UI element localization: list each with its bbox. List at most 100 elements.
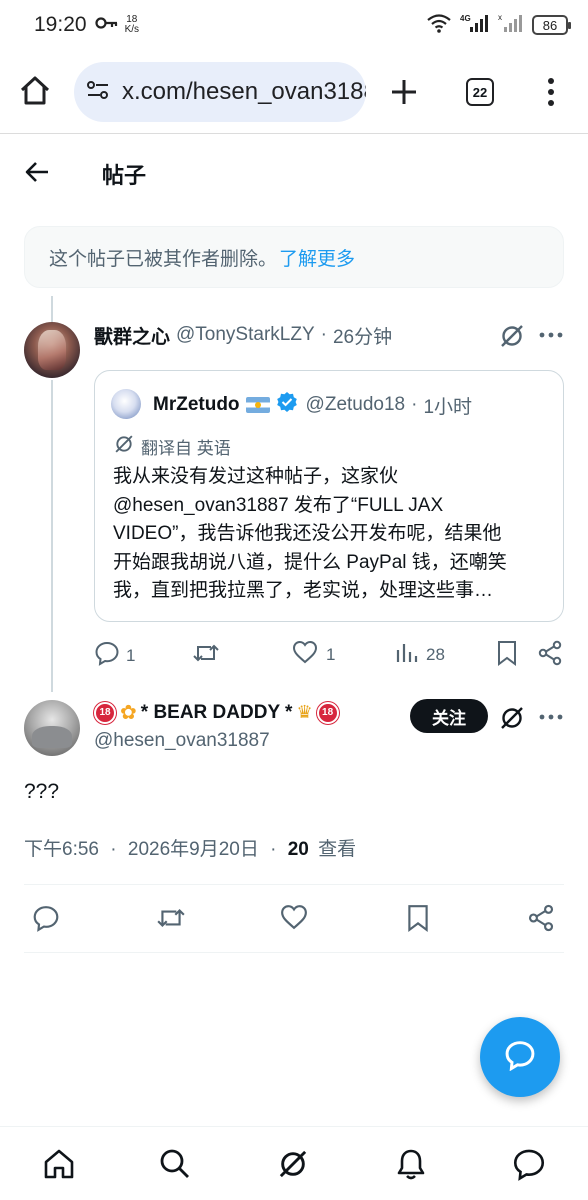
divider [24,952,564,953]
search-icon[interactable] [158,1147,192,1186]
thread-connector [51,380,53,692]
views-label: 查看 [318,839,357,860]
battery-indicator: 86 [532,15,571,35]
translated-from-text: 翻译自 英语 [141,439,231,458]
svg-text:x: x [498,13,502,22]
divider [24,884,564,885]
quoted-author-name: MrZetudo [153,394,240,415]
quoted-text-line: @hesen_ovan31887 发布了“FULL JAX [113,494,444,516]
grok-icon[interactable] [498,704,526,737]
reply-post-header: 獸群之心 @TonyStarkLZY · 26分钟 [94,320,392,350]
author-display-name[interactable]: 獸群之心 [94,322,170,349]
bookmark-icon[interactable] [406,904,430,937]
messages-icon[interactable] [512,1147,546,1186]
reply-icon [94,640,120,671]
separator-dot: · [110,839,117,860]
address-bar[interactable]: x.com/hesen_ovan31887 [74,62,366,122]
back-arrow-icon[interactable] [24,160,50,189]
more-options-icon[interactable] [538,704,564,735]
svg-text:4G: 4G [460,14,471,23]
home-icon[interactable] [42,1147,76,1186]
sunflower-icon: ✿ [120,702,137,724]
thread-connector-top [51,296,53,322]
author-handle[interactable]: @hesen_ovan31887 [94,730,270,752]
signal-no-service-icon: x [498,13,524,38]
views-button[interactable]: 28 [394,640,445,669]
like-button[interactable]: 1 [292,640,335,669]
compose-reply-button[interactable] [480,1017,560,1097]
quoted-text-line: VIDEO”，我告诉他我还没公开发布呢，结果他 [113,523,502,544]
quoted-post-header: MrZetudo @Zetudo18 · 1小时 [153,391,472,419]
quoted-post-body: 我从来没有发过这种帖子，这家伙 @hesen_ovan31887 发布了“FUL… [113,463,549,606]
post-time[interactable]: 26分钟 [333,322,392,349]
reply-icon[interactable] [32,904,60,937]
browser-menu-icon[interactable] [545,76,557,113]
browser-home-icon[interactable] [18,74,52,113]
avatar[interactable] [24,322,80,378]
crown-icon: ♛ [296,702,313,722]
notifications-bell-icon[interactable] [394,1147,428,1186]
quoted-post-time: 1小时 [423,396,473,418]
more-options-icon[interactable] [538,322,564,353]
separator-dot: · [270,839,277,860]
main-author-name[interactable]: 18 ✿ * BEAR DADDY * ♛ 18 [94,700,339,725]
main-post-actions [0,904,588,934]
quoted-post-card[interactable]: MrZetudo @Zetudo18 · 1小时 翻译自 英语 我从来没有发过这… [94,370,564,622]
new-tab-icon[interactable] [388,76,420,113]
share-icon[interactable] [538,640,562,666]
analytics-icon [394,640,418,669]
quoted-author-handle: @Zetudo18 [305,394,406,415]
heart-icon [292,640,318,669]
bottom-navigation [0,1126,588,1200]
quoted-text-line: 我，直到把我拉黑了，老实说，处理这些事… [113,580,494,601]
signal-4g-icon: 4G [460,13,490,38]
separator-dot: · [320,324,327,345]
status-time: 19:20 [34,13,87,36]
post-metadata: 下午6:56 · 2026年9月20日 · 20 查看 [24,834,356,861]
bookmark-icon[interactable] [496,640,518,666]
grok-icon[interactable] [498,322,526,355]
view-count: 28 [426,644,445,664]
repost-button[interactable] [192,640,226,671]
network-speed-unit: K/s [124,24,140,35]
status-bar: 19:20 18 K/s 4G x 86 [0,0,588,50]
share-icon[interactable] [528,904,554,937]
browser-toolbar: x.com/hesen_ovan31887 22 [0,58,588,128]
author-handle[interactable]: @TonyStarkLZY [176,324,315,346]
reply-button[interactable]: 1 [94,640,135,671]
post-time[interactable]: 下午6:56 [24,839,99,860]
grok-icon[interactable] [276,1147,310,1186]
wifi-icon [426,13,452,38]
reply-bubble-icon [504,1039,536,1076]
views-count: 20 [287,839,309,860]
grok-icon [113,433,135,460]
post-text: ??? [24,780,60,803]
url-text: x.com/hesen_ovan31887 [122,78,366,105]
site-settings-icon[interactable] [86,79,110,106]
translation-label[interactable]: 翻译自 英语 [113,433,231,460]
adult-18-badge-icon: 18 [94,701,116,724]
heart-icon[interactable] [280,904,308,935]
deleted-notice-text: 这个帖子已被其作者删除。 [49,248,278,270]
avatar[interactable] [111,389,141,419]
like-count: 1 [326,644,336,664]
verified-badge-icon [276,391,298,419]
learn-more-link[interactable]: 了解更多 [279,244,355,271]
avatar[interactable] [24,700,80,756]
repost-icon [192,640,220,671]
argentina-flag-icon [245,397,270,413]
author-display-name: * BEAR DADDY * [140,701,293,723]
separator-dot: · [411,394,418,415]
reply-count: 1 [126,645,136,665]
reply-post-actions: 1 1 28 [94,640,564,668]
toolbar-divider [0,133,588,134]
repost-icon[interactable] [156,904,186,937]
network-speed: 18 K/s [125,15,139,35]
deleted-post-notice: 这个帖子已被其作者删除。 了解更多 [24,226,564,288]
key-icon [94,16,119,35]
tab-switcher-button[interactable]: 22 [466,78,494,106]
quoted-text-line: 我从来没有发过这种帖子，这家伙 [113,466,399,487]
follow-button[interactable]: 关注 [410,699,488,733]
page-title: 帖子 [102,163,147,188]
post-date[interactable]: 2026年9月20日 [128,839,259,860]
